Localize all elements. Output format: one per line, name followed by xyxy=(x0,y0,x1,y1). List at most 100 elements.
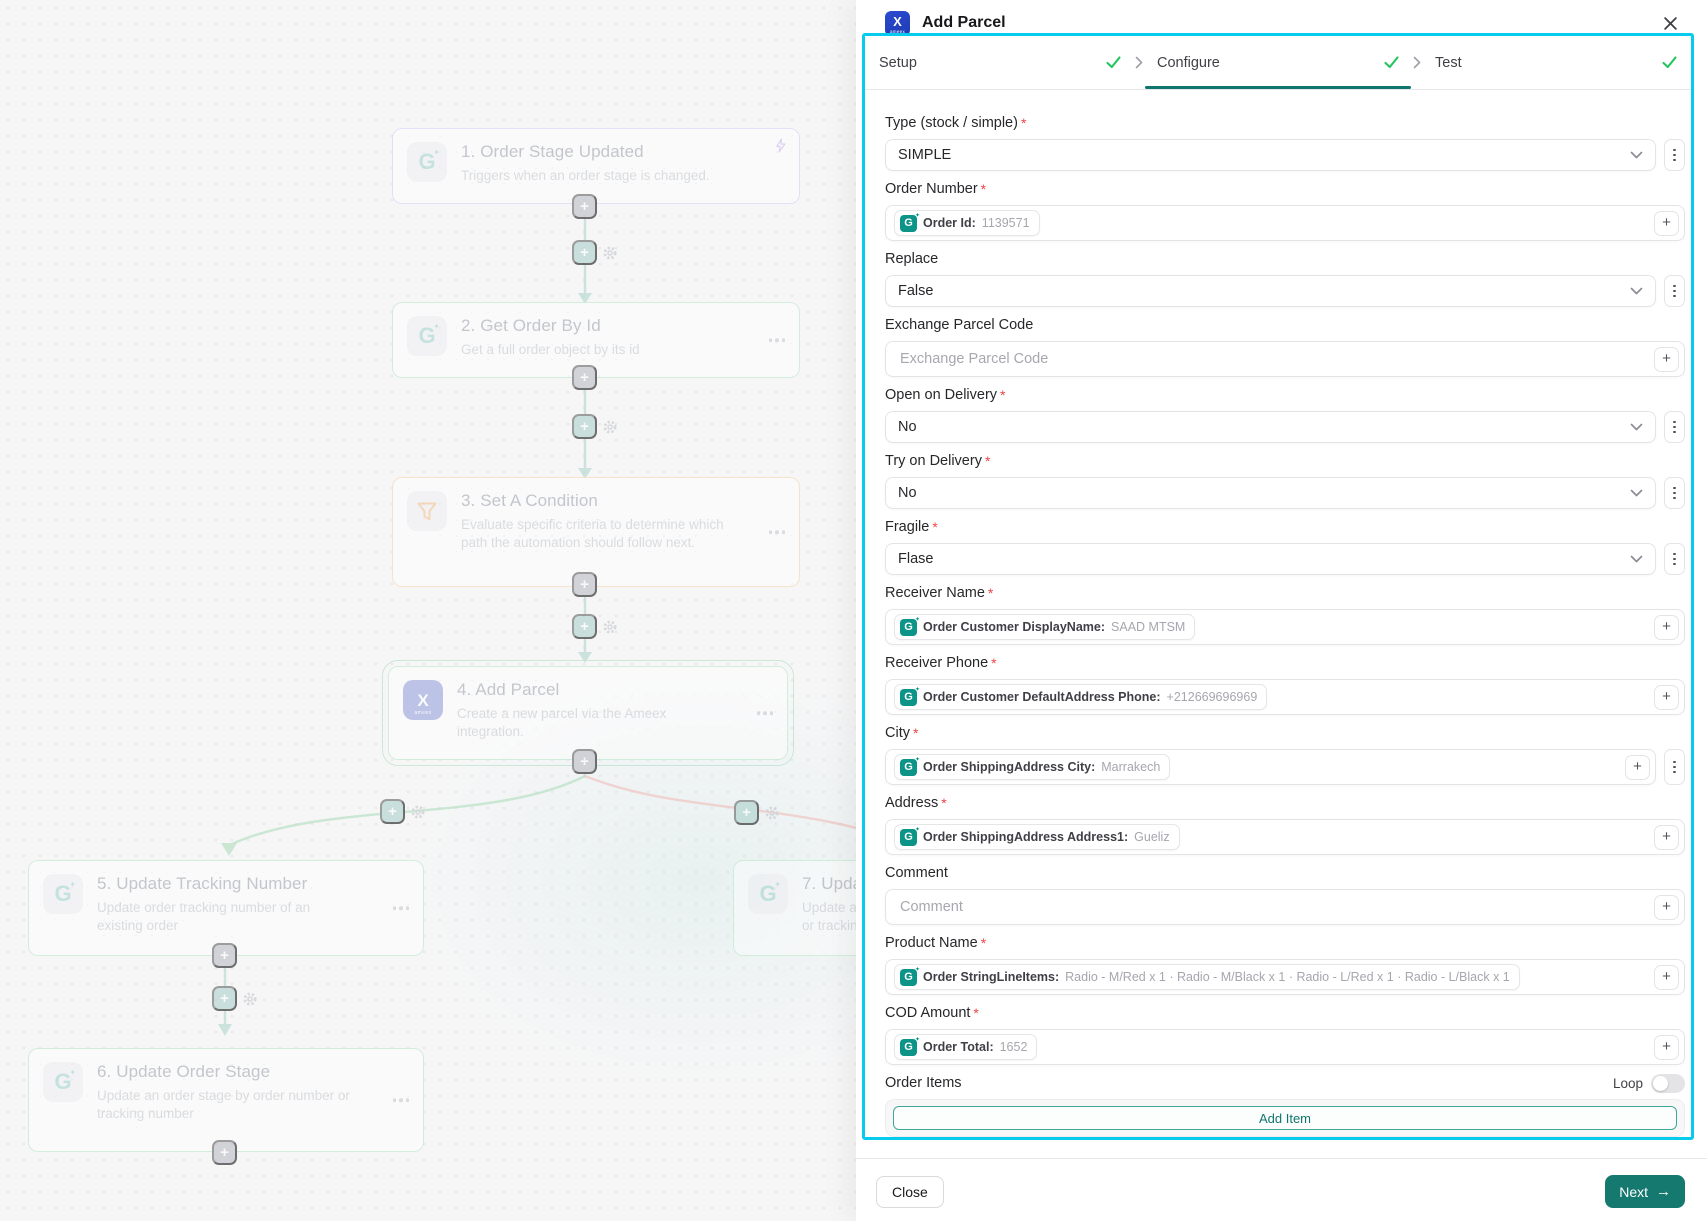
insert-data-button[interactable]: + xyxy=(1654,1034,1679,1060)
data-token-chip[interactable]: G ✦ Order Customer DisplayName: SAAD MTSM xyxy=(894,614,1196,640)
step-card-update-order-stage[interactable]: G ✦ 6. Update Order Stage Update an order… xyxy=(28,1048,424,1152)
try-on-delivery-select[interactable]: No xyxy=(885,477,1656,509)
gear-icon[interactable] xyxy=(602,419,618,440)
field-open-on-delivery: Open on Delivery * No xyxy=(885,385,1685,443)
add-step-button[interactable]: + xyxy=(212,943,237,968)
field-try-on-delivery: Try on Delivery * No xyxy=(885,451,1685,509)
g-app-icon: G ✦ xyxy=(900,967,920,986)
fragile-select[interactable]: Flase xyxy=(885,543,1656,575)
address-input[interactable]: G ✦ Order ShippingAddress Address1: Gueli… xyxy=(885,819,1685,855)
add-step-button[interactable]: + xyxy=(572,749,597,774)
step-card-get-order-by-id[interactable]: G ✦ 2. Get Order By Id Get a full order o… xyxy=(392,302,800,378)
insert-data-button[interactable]: + xyxy=(1654,964,1679,990)
step-menu-button[interactable] xyxy=(768,338,785,342)
step-card-add-parcel[interactable]: X ameex 4. Add Parcel Create a new parce… xyxy=(382,660,794,766)
ameex-app-icon: X ameex xyxy=(403,680,443,720)
step-card-update-tracking-number[interactable]: G ✦ 5. Update Tracking Number Update orde… xyxy=(28,860,424,956)
step-menu-button[interactable] xyxy=(756,711,773,715)
check-icon xyxy=(1662,56,1677,69)
add-step-button[interactable]: + xyxy=(734,800,759,825)
receiver-name-input[interactable]: G ✦ Order Customer DisplayName: SAAD MTSM… xyxy=(885,609,1685,645)
step-title: 3. Set A Condition xyxy=(461,491,598,510)
order-items-container: Add Item xyxy=(885,1099,1685,1137)
data-token-chip[interactable]: G ✦ Order ShippingAddress City: Marrakech xyxy=(894,754,1171,780)
trigger-bolt-icon xyxy=(774,138,787,158)
cod-amount-input[interactable]: G ✦ Order Total: 1652 + xyxy=(885,1029,1685,1065)
tab-setup[interactable]: Setup xyxy=(865,36,1135,89)
required-asterisk: * xyxy=(912,725,919,741)
product-name-input[interactable]: G ✦ Order StringLineItems: Radio - M/Red … xyxy=(885,959,1685,995)
step-title: 6. Update Order Stage xyxy=(97,1062,271,1081)
data-token-chip[interactable]: G ✦ Order Customer DefaultAddress Phone: … xyxy=(894,684,1268,710)
chevron-right-icon xyxy=(1413,36,1421,89)
tab-test[interactable]: Test xyxy=(1421,36,1691,89)
add-step-button[interactable]: + xyxy=(380,799,405,824)
loop-label: Loop xyxy=(1612,1075,1643,1091)
step-menu-button[interactable] xyxy=(768,530,785,534)
field-options-button[interactable] xyxy=(1664,749,1685,785)
gear-icon[interactable] xyxy=(602,245,618,266)
exchange-parcel-code-inputbox: + xyxy=(885,341,1685,377)
panel-title: Add Parcel xyxy=(922,14,1006,31)
open-on-delivery-select[interactable]: No xyxy=(885,411,1656,443)
add-step-button[interactable]: + xyxy=(572,365,597,390)
close-button[interactable]: Close xyxy=(876,1175,944,1208)
chevron-down-icon xyxy=(1630,550,1643,568)
insert-data-button[interactable]: + xyxy=(1625,754,1650,780)
field-options-button[interactable] xyxy=(1664,543,1685,575)
step-card-order-stage-updated[interactable]: G ✦ 1. Order Stage Updated Triggers when … xyxy=(392,128,800,204)
gear-icon[interactable] xyxy=(602,619,618,640)
field-options-button[interactable] xyxy=(1664,411,1685,443)
receiver-phone-input[interactable]: G ✦ Order Customer DefaultAddress Phone: … xyxy=(885,679,1685,715)
required-asterisk: * xyxy=(941,795,947,811)
comment-input[interactable] xyxy=(898,898,1654,916)
field-label: Try on Delivery xyxy=(885,453,982,469)
step-menu-button[interactable] xyxy=(392,906,409,910)
step-description: Update a xyxy=(802,900,857,915)
data-token-chip[interactable]: G ✦ Order Total: 1652 xyxy=(894,1034,1038,1060)
insert-data-button[interactable]: + xyxy=(1654,346,1679,372)
next-button[interactable]: Next → xyxy=(1605,1175,1685,1208)
add-step-button[interactable]: + xyxy=(572,614,597,639)
add-step-button[interactable]: + xyxy=(572,414,597,439)
type-select[interactable]: SIMPLE xyxy=(885,139,1656,171)
field-label: Comment xyxy=(885,865,948,881)
field-options-button[interactable] xyxy=(1664,477,1685,509)
data-token-chip[interactable]: G ✦ Order Id: 1139571 xyxy=(894,210,1040,236)
field-label: Order Number xyxy=(885,181,978,197)
tab-configure[interactable]: Configure xyxy=(1143,36,1413,89)
exchange-parcel-code-input[interactable] xyxy=(898,350,1654,368)
step-title: 4. Add Parcel xyxy=(457,680,560,699)
data-token-chip[interactable]: G ✦ Order ShippingAddress Address1: Gueli… xyxy=(894,824,1180,850)
field-label: City xyxy=(885,725,910,741)
add-step-button[interactable]: + xyxy=(212,1140,237,1165)
add-item-button[interactable]: Add Item xyxy=(893,1106,1677,1130)
insert-data-button[interactable]: + xyxy=(1654,894,1679,920)
loop-toggle[interactable] xyxy=(1651,1073,1685,1093)
step-menu-button[interactable] xyxy=(392,1098,409,1102)
add-step-button[interactable]: + xyxy=(572,240,597,265)
insert-data-button[interactable]: + xyxy=(1654,684,1679,710)
add-step-button[interactable]: + xyxy=(212,986,237,1011)
replace-select[interactable]: False xyxy=(885,275,1656,307)
step-description: Update an order stage by order number or… xyxy=(97,1088,350,1121)
insert-data-button[interactable]: + xyxy=(1654,210,1679,236)
order-number-input[interactable]: G ✦ Order Id: 1139571 + xyxy=(885,205,1685,241)
data-token-chip[interactable]: G ✦ Order StringLineItems: Radio - M/Red … xyxy=(894,964,1520,990)
field-options-button[interactable] xyxy=(1664,275,1685,307)
field-options-button[interactable] xyxy=(1664,139,1685,171)
add-step-button[interactable]: + xyxy=(572,572,597,597)
insert-data-button[interactable]: + xyxy=(1654,824,1679,850)
g-app-icon: G ✦ xyxy=(900,617,920,636)
city-input[interactable]: G ✦ Order ShippingAddress City: Marrakech… xyxy=(885,749,1656,785)
step-card-set-a-condition[interactable]: 3. Set A Condition Evaluate specific cri… xyxy=(392,477,800,587)
gear-icon[interactable] xyxy=(764,805,780,826)
field-cod-amount: COD Amount * G ✦ Order Total: 1652 + xyxy=(885,1003,1685,1065)
gear-icon[interactable] xyxy=(242,991,258,1012)
field-address: Address * G ✦ Order ShippingAddress Addres… xyxy=(885,793,1685,855)
field-label: Exchange Parcel Code xyxy=(885,317,1034,333)
insert-data-button[interactable]: + xyxy=(1654,614,1679,640)
add-step-button[interactable]: + xyxy=(572,194,597,219)
g-app-icon: G ✦ xyxy=(43,1062,83,1102)
gear-icon[interactable] xyxy=(410,804,426,825)
